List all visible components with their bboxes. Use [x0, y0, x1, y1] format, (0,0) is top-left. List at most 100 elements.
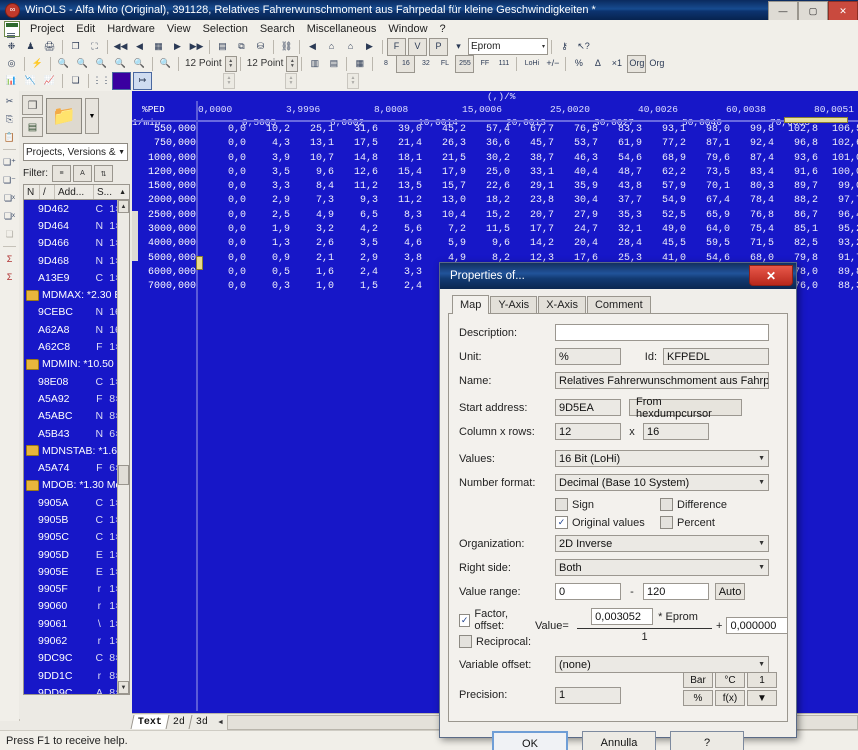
map-list-item[interactable]: 99061 \ 1× — [24, 615, 129, 632]
grid-cell[interactable]: 45,5 — [642, 238, 686, 249]
unit-celsius-button[interactable]: °C — [715, 672, 745, 688]
grid-cell[interactable]: 0,0 — [202, 224, 246, 235]
print-icon[interactable]: 🖨 — [41, 39, 58, 55]
map-list-item[interactable]: 9905E E 1× — [24, 563, 129, 580]
grid-cell[interactable]: 22,6 — [466, 181, 510, 192]
columns-input[interactable]: 12 — [555, 423, 621, 440]
window-icon[interactable]: ❐ — [67, 39, 84, 55]
grid-cell[interactable]: 13,0 — [422, 195, 466, 206]
grid-cell[interactable]: 89,7 — [774, 181, 818, 192]
values-select[interactable]: 16 Bit (LoHi) ▼ — [555, 450, 769, 467]
grid-cell[interactable]: 0,0 — [202, 253, 246, 264]
hardware-icon[interactable]: ♟ — [22, 39, 39, 55]
unit-one-button[interactable]: 1 — [747, 672, 777, 688]
grid-cell[interactable]: 45,2 — [422, 124, 466, 135]
grid-cell[interactable]: 2,9 — [246, 195, 290, 206]
font-size-combo-1[interactable]: 12 Point ▲ ▼ — [182, 55, 237, 72]
map-list-scrollbar[interactable]: ▲ ▼ — [117, 200, 129, 694]
menu-miscellaneous[interactable]: Miscellaneous — [301, 22, 383, 36]
grid-cell[interactable]: 82,5 — [774, 238, 818, 249]
grid-cell[interactable]: 3,8 — [378, 253, 422, 264]
map-list-item[interactable]: 9905D E 1× — [24, 546, 129, 563]
grid-cell[interactable]: 46,3 — [554, 153, 598, 164]
grid-cell[interactable]: 40,4 — [554, 167, 598, 178]
grid-cell[interactable]: 99,0 — [818, 181, 858, 192]
sheet-tab-3d[interactable]: 3d — [188, 715, 215, 729]
grid-cell[interactable]: 17,9 — [422, 167, 466, 178]
grid-cell[interactable]: 18,2 — [466, 195, 510, 206]
version-v-icon[interactable]: V — [408, 37, 427, 56]
number-format-select[interactable]: Decimal (Base 10 System) ▼ — [555, 474, 769, 491]
grid-cell[interactable]: 76,5 — [554, 124, 598, 135]
grid-cell[interactable]: 9,6 — [290, 167, 334, 178]
map-up-icon[interactable]: ⌂ — [342, 39, 359, 55]
grid-row[interactable]: 4000,000 0,0 1,3 2,6 3,5 4,6 5,9 9,6 14,2 20,4 28,… — [132, 238, 858, 252]
percent-checkbox[interactable]: Percent — [660, 516, 715, 529]
base-ff-icon[interactable]: FF — [476, 56, 493, 72]
chart-icon[interactable]: 📊 — [3, 73, 20, 89]
copy-icon[interactable]: ⎘ — [2, 111, 18, 127]
grid-cell[interactable]: 17,7 — [510, 224, 554, 235]
grid-cell[interactable]: 15,2 — [466, 210, 510, 221]
column-header-name[interactable]: N — [24, 185, 40, 199]
sign-checkbox[interactable]: Sign — [555, 498, 660, 511]
grid-row[interactable]: 2000,000 0,0 2,9 7,3 9,3 11,2 13,0 18,2 23,8 30,4… — [132, 195, 858, 209]
factor-offset-checkbox[interactable]: ✓ Factor, offset: — [459, 608, 531, 632]
grid-cell[interactable]: 3,3 — [378, 267, 422, 278]
color-block-icon[interactable] — [112, 71, 131, 90]
grid-cell[interactable]: 4,3 — [246, 138, 290, 149]
sum-check-icon[interactable]: Σ — [2, 251, 18, 267]
maximize-button[interactable]: ▢ — [798, 1, 828, 20]
map-list-item[interactable]: 9D464 N 1× — [24, 217, 129, 234]
grid-cell[interactable]: 10,2 — [246, 124, 290, 135]
grid-cell[interactable]: 59,5 — [686, 238, 730, 249]
paste-icon[interactable]: 📋 — [2, 129, 18, 145]
grid-cell[interactable]: 1,5 — [334, 281, 378, 292]
grid-cell[interactable]: 13,1 — [290, 138, 334, 149]
grid-cell[interactable]: 83,3 — [598, 124, 642, 135]
map-disabled-icon[interactable]: ❏ — [2, 226, 18, 242]
grid-cell[interactable]: 96,4 — [818, 210, 858, 221]
grid-cell[interactable]: 52,5 — [642, 210, 686, 221]
scrollbar-thumb[interactable] — [118, 465, 129, 485]
zoom-2-icon[interactable]: 🔍 — [74, 56, 91, 72]
menu-search[interactable]: Search — [254, 22, 301, 36]
filter-type-icon[interactable]: A — [73, 165, 92, 182]
organization-select[interactable]: 2D Inverse ▼ — [555, 535, 769, 552]
zoom-3-icon[interactable]: 🔍 — [93, 56, 110, 72]
grid-cell[interactable]: 33,1 — [510, 167, 554, 178]
grid-cell[interactable]: 6,5 — [334, 210, 378, 221]
from-hexdumpcursor-button[interactable]: From hexdumpcursor — [629, 396, 742, 420]
grid-cell[interactable]: 9,6 — [466, 238, 510, 249]
prev-map-icon[interactable]: ◀ — [304, 39, 321, 55]
map-x-icon[interactable]: ❏ˣ — [2, 190, 18, 206]
delete-map-minus-icon[interactable]: ❏⁻ — [2, 172, 18, 188]
grid-cell[interactable]: 71,5 — [730, 238, 774, 249]
map-list-item[interactable]: 9D462 C 1× — [24, 200, 129, 217]
map-group-row[interactable]: MDOB: *1.30 Mo — [24, 477, 129, 494]
map-list-item[interactable]: 9905C C 1× — [24, 529, 129, 546]
column-header-size[interactable]: S... — [94, 185, 119, 199]
grid-cell[interactable]: 93,2 — [818, 238, 858, 249]
help-button[interactable]: ? — [670, 731, 744, 750]
original-icon[interactable]: Org — [627, 54, 647, 73]
grid-cell[interactable]: 4,9 — [290, 210, 334, 221]
cut-icon[interactable]: ✂ — [2, 93, 18, 109]
grid-cell[interactable]: 100,0 — [818, 167, 858, 178]
filter-sort-icon[interactable]: ⇅ — [94, 165, 113, 182]
close-button[interactable]: ✕ — [828, 1, 858, 20]
id-input[interactable]: KFPEDL — [663, 348, 769, 365]
grid-cell[interactable]: 0,0 — [202, 210, 246, 221]
grid-cell[interactable]: 99,8 — [730, 124, 774, 135]
grid-cell[interactable]: 29,1 — [510, 181, 554, 192]
zoom-reset-icon[interactable]: 🔍 — [157, 56, 174, 72]
grid-cell[interactable]: 70,1 — [686, 181, 730, 192]
grid-cell[interactable]: 97,7 — [818, 195, 858, 206]
tab-y-axis[interactable]: Y-Axis — [490, 296, 538, 313]
percent-icon[interactable]: % — [570, 56, 587, 72]
map-list-item[interactable]: 99060 r 1× — [24, 598, 129, 615]
map-list-item[interactable]: A5A74 F 6× — [24, 459, 129, 476]
lightning-icon[interactable]: ⚡ — [29, 56, 46, 72]
grid-cell[interactable]: 0,0 — [202, 181, 246, 192]
window-tile-icon[interactable]: ⛶ — [86, 39, 103, 55]
